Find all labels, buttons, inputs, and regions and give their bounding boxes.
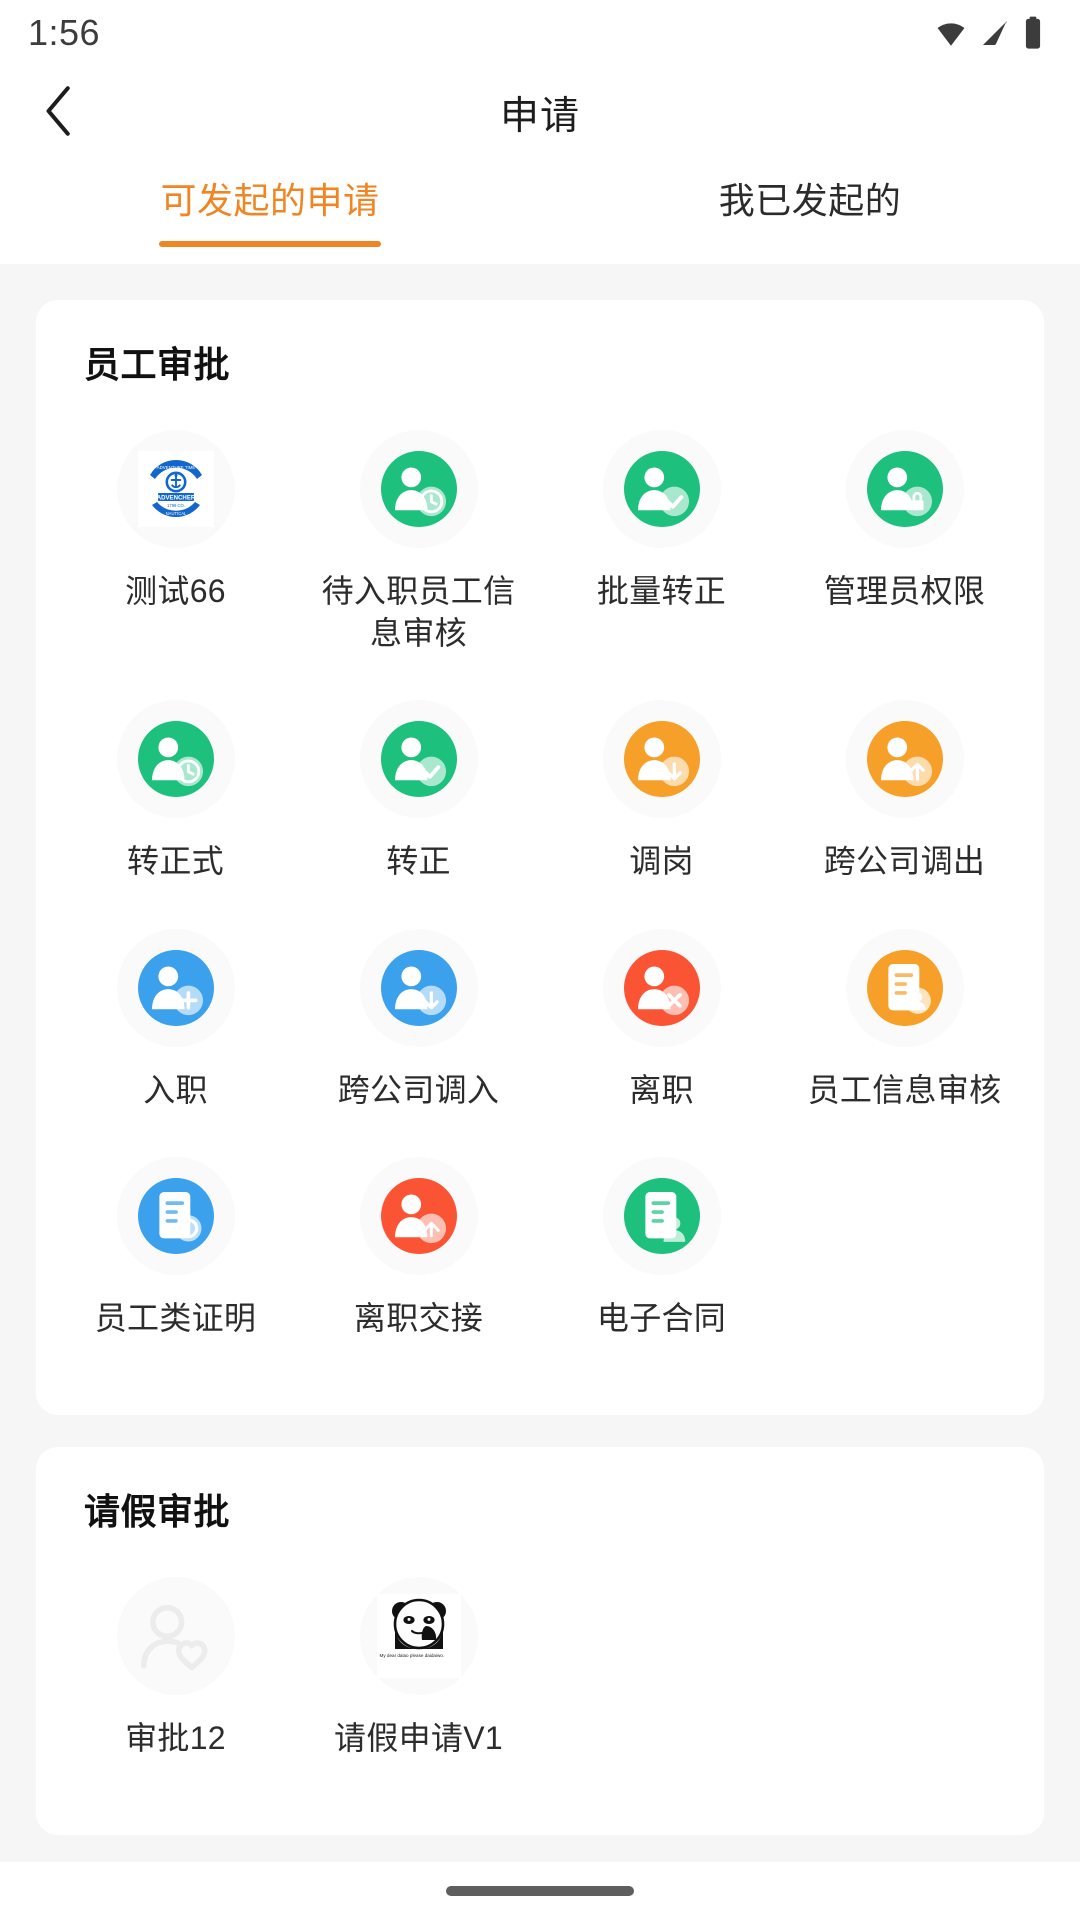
- application-icon-circle: [116, 928, 235, 1047]
- tab-available-applications[interactable]: 可发起的申请: [0, 178, 540, 247]
- application-item[interactable]: 转正式: [54, 688, 297, 882]
- panda-meme-caption: My dear dalao please daidaiwo.: [379, 1653, 445, 1659]
- application-item-label: 审批12: [125, 1720, 226, 1757]
- person-out-icon: [866, 721, 943, 798]
- application-icon-circle: [116, 1577, 235, 1696]
- application-icon-circle: [602, 700, 721, 819]
- tab-label: 我已发起的: [718, 180, 902, 221]
- tab-active-indicator: [699, 241, 921, 247]
- application-icon-circle: [602, 1156, 721, 1275]
- application-item-label: 转正式: [127, 843, 224, 880]
- application-item-label: 调岗: [629, 843, 694, 880]
- svg-text:ADVENTURE TIME: ADVENTURE TIME: [156, 465, 195, 470]
- application-item[interactable]: 转正: [297, 688, 540, 882]
- application-icon-circle: [359, 700, 478, 819]
- application-icon-circle: [845, 430, 964, 548]
- application-item-label: 电子合同: [596, 1299, 727, 1336]
- application-item[interactable]: 调岗: [540, 688, 783, 882]
- section-title: 员工审批: [84, 344, 231, 385]
- application-item[interactable]: 跨公司调出: [783, 688, 1026, 882]
- application-item-label: 管理员权限: [823, 573, 986, 609]
- application-grid: ADVENTURE TIME ADVENCHER 1799 CO. NAUTICAL 测…: [54, 418, 1026, 1373]
- application-item[interactable]: 离职: [540, 917, 783, 1111]
- application-item[interactable]: 员工信息审核: [783, 917, 1026, 1111]
- application-item-label: 批量转正: [596, 573, 727, 609]
- application-item-label: 待入职员工信息审核: [321, 573, 516, 652]
- application-item[interactable]: 入职: [54, 917, 297, 1111]
- person-transfer-icon: [623, 721, 700, 798]
- tab-label: 可发起的申请: [160, 180, 380, 221]
- panda-meme-icon: My dear dalao please daidaiwo.: [376, 1594, 461, 1679]
- svg-text:ADVENCHER: ADVENCHER: [156, 494, 195, 501]
- application-list-scroll[interactable]: 员工审批 ADVENTURE TIME ADVENCHER 1799 CO. NAUT…: [0, 264, 1080, 1920]
- battery-icon: [1022, 16, 1044, 50]
- person-add-icon: [137, 949, 214, 1026]
- section-card-leave-approval: 请假审批 审批12 My dear dalao please daidaiwo. 请…: [36, 1447, 1044, 1836]
- section-card-employee-approval: 员工审批 ADVENTURE TIME ADVENCHER 1799 CO. NAUT…: [36, 300, 1044, 1416]
- signal-icon: [979, 17, 1011, 49]
- application-item[interactable]: ADVENTURE TIME ADVENCHER 1799 CO. NAUTICAL 测…: [54, 418, 297, 654]
- person-check-icon: [380, 721, 457, 798]
- document-edit-icon: [866, 949, 943, 1026]
- application-item-label: 测试66: [125, 573, 226, 609]
- application-icon-circle: [845, 700, 964, 819]
- application-item-label: 入职: [143, 1071, 208, 1108]
- page-title: 申请: [499, 95, 580, 138]
- wifi-icon: [934, 16, 968, 50]
- application-icon-circle: [116, 1156, 235, 1275]
- application-item[interactable]: 批量转正: [540, 418, 783, 654]
- application-item[interactable]: My dear dalao please daidaiwo. 请假申请V1: [297, 1565, 540, 1759]
- application-item-label: 员工信息审核: [807, 1071, 1002, 1108]
- person-in-icon: [380, 949, 457, 1026]
- application-grid: 审批12 My dear dalao please daidaiwo. 请假申请V1: [54, 1565, 1026, 1793]
- application-item-label: 离职: [629, 1071, 694, 1108]
- status-bar-icons: [934, 16, 1044, 50]
- application-icon-circle: [116, 700, 235, 819]
- application-item[interactable]: 离职交接: [297, 1145, 540, 1339]
- status-bar: 1:56: [0, 0, 1080, 66]
- application-icon-circle: [602, 928, 721, 1047]
- tab-my-applications[interactable]: 我已发起的: [540, 178, 1080, 247]
- application-icon-circle: My dear dalao please daidaiwo.: [359, 1577, 478, 1696]
- home-indicator[interactable]: [446, 1886, 634, 1896]
- application-item-label: 转正: [386, 843, 451, 880]
- person-handover-icon: [380, 1177, 457, 1254]
- section-title: 请假审批: [84, 1491, 231, 1533]
- status-bar-clock: 1:56: [28, 12, 101, 53]
- application-item[interactable]: 员工类证明: [54, 1145, 297, 1339]
- svg-text:1799 CO.: 1799 CO.: [167, 503, 185, 508]
- application-icon-circle: [359, 928, 478, 1047]
- application-icon-circle: ADVENTURE TIME ADVENCHER 1799 CO. NAUTICAL: [116, 430, 235, 548]
- application-icon-circle: [359, 1156, 478, 1275]
- nav-bar: 申请: [0, 66, 1080, 160]
- document-seal-icon: [137, 1177, 214, 1254]
- chevron-left-icon: [38, 83, 80, 144]
- application-icon-circle: [602, 430, 721, 548]
- application-item[interactable]: 电子合同: [540, 1145, 783, 1339]
- person-check-icon: [623, 451, 700, 527]
- application-item[interactable]: 跨公司调入: [297, 917, 540, 1111]
- home-indicator-area: [0, 1862, 1080, 1920]
- tab-active-indicator: [159, 240, 381, 247]
- application-item-label: 跨公司调出: [823, 843, 986, 880]
- person-lock-icon: [866, 451, 943, 527]
- document-contract-icon: [623, 1177, 700, 1254]
- person-clock-icon: [137, 721, 214, 798]
- application-icon-circle: [845, 928, 964, 1047]
- company-logo-badge-icon: ADVENTURE TIME ADVENCHER 1799 CO. NAUTICAL: [137, 451, 214, 527]
- back-button[interactable]: [22, 76, 96, 150]
- application-item[interactable]: 审批12: [54, 1565, 297, 1759]
- application-icon-circle: [359, 430, 478, 548]
- person-heart-outline-icon: [132, 1592, 220, 1680]
- application-item-label: 员工类证明: [94, 1299, 257, 1336]
- tab-bar: 可发起的申请 我已发起的: [0, 160, 1080, 264]
- application-item-label: 请假申请V1: [334, 1720, 503, 1757]
- person-remove-icon: [623, 949, 700, 1026]
- application-item[interactable]: 待入职员工信息审核: [297, 418, 540, 654]
- application-item-label: 跨公司调入: [337, 1071, 500, 1108]
- svg-text:NAUTICAL: NAUTICAL: [165, 511, 186, 516]
- person-clock-icon: [380, 451, 457, 527]
- application-item[interactable]: 管理员权限: [783, 418, 1026, 654]
- application-item-label: 离职交接: [353, 1299, 484, 1336]
